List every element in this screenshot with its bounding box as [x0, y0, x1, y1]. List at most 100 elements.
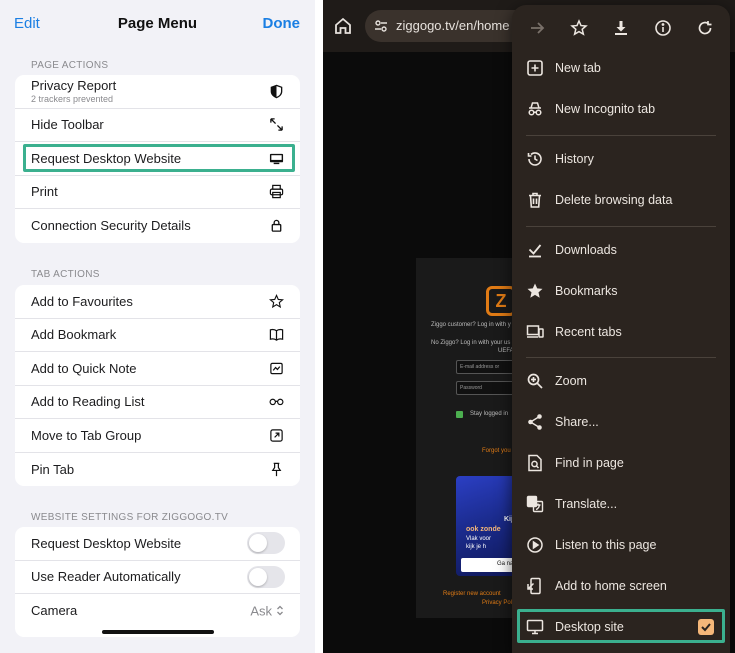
home-indicator — [102, 630, 214, 634]
site-settings-icon[interactable] — [373, 18, 389, 34]
site-footer-2[interactable]: Privacy Pol — [482, 600, 512, 606]
page-actions-group: Privacy Report 2 trackers prevented Hide… — [15, 75, 300, 243]
privacy-report-sub: 2 trackers prevented — [31, 94, 114, 105]
menu-item-find-in-page[interactable]: Find in page — [512, 444, 730, 482]
menu-label-share: Share... — [555, 415, 599, 429]
info-icon[interactable] — [653, 18, 673, 38]
add-to-favourites-label: Add to Favourites — [31, 293, 133, 309]
pin-tab-row[interactable]: Pin Tab — [15, 453, 300, 487]
star-icon — [268, 293, 284, 309]
bookmark-star-icon[interactable] — [569, 18, 589, 38]
devices-icon — [526, 323, 544, 341]
star-filled-icon — [526, 282, 544, 300]
reader-toggle[interactable] — [247, 565, 285, 588]
chevron-updown-icon — [277, 605, 283, 616]
refresh-icon[interactable] — [695, 18, 715, 38]
menu-item-translate[interactable]: Translate... — [512, 485, 730, 523]
tab-group-icon — [268, 427, 284, 443]
desktop-icon — [268, 150, 284, 166]
translate-icon — [526, 495, 544, 513]
site-forgot[interactable]: Forgot you — [482, 448, 511, 454]
menu-label-listen: Listen to this page — [555, 538, 657, 552]
move-to-tab-group-label: Move to Tab Group — [31, 427, 142, 443]
menu-label-history: History — [555, 152, 594, 166]
menu-label-recent-tabs: Recent tabs — [555, 325, 622, 339]
url-text: ziggogo.tv/en/home — [396, 18, 510, 33]
setting-request-desktop-label: Request Desktop Website — [31, 535, 182, 551]
setting-camera-label: Camera — [31, 603, 78, 619]
menu-label-zoom: Zoom — [555, 374, 587, 388]
menu-item-recent-tabs[interactable]: Recent tabs — [512, 313, 730, 351]
glasses-icon — [268, 394, 284, 410]
panel-divider — [315, 0, 323, 653]
request-desktop-label: Request Desktop Website — [31, 150, 182, 166]
desktop-site-checkbox[interactable] — [698, 619, 714, 635]
add-to-favourites-row[interactable]: Add to Favourites — [15, 285, 300, 319]
download-icon[interactable] — [611, 18, 631, 38]
site-line-1: Ziggo customer? Log in with y — [431, 322, 511, 328]
menu-item-share[interactable]: Share... — [512, 403, 730, 441]
add-to-reading-list-row[interactable]: Add to Reading List — [15, 386, 300, 419]
add-bookmark-label: Add Bookmark — [31, 327, 117, 343]
menu-item-desktop-site[interactable]: Desktop site — [512, 608, 730, 646]
done-button[interactable]: Done — [263, 15, 301, 32]
pin-tab-label: Pin Tab — [31, 461, 75, 477]
quick-note-icon — [268, 360, 284, 376]
banner-line-2: ook zonde — [466, 526, 501, 533]
setting-request-desktop-row: Request Desktop Website — [15, 527, 300, 561]
history-icon — [526, 150, 544, 168]
menu-item-add-to-home[interactable]: Add to home screen — [512, 567, 730, 605]
print-row[interactable]: Print — [15, 176, 300, 209]
menu-item-zoom[interactable]: Zoom — [512, 362, 730, 400]
camera-value: Ask — [250, 603, 284, 618]
menu-label-desktop-site: Desktop site — [555, 620, 624, 634]
menu-item-new-incognito-tab[interactable]: New Incognito tab — [512, 90, 730, 128]
setting-reader-label: Use Reader Automatically — [31, 569, 181, 585]
print-label: Print — [31, 184, 58, 200]
hide-toolbar-row[interactable]: Hide Toolbar — [15, 109, 300, 142]
connection-security-row[interactable]: Connection Security Details — [15, 209, 300, 243]
menu-separator — [526, 226, 716, 227]
incognito-icon — [526, 100, 544, 118]
play-circle-icon — [526, 536, 544, 554]
monitor-icon — [526, 618, 544, 636]
add-to-quick-note-row[interactable]: Add to Quick Note — [15, 352, 300, 386]
request-desktop-toggle[interactable] — [247, 532, 285, 555]
add-to-quick-note-label: Add to Quick Note — [31, 360, 137, 376]
tab-actions-group: Add to Favourites Add Bookmark Add to Qu… — [15, 285, 300, 486]
setting-camera-row[interactable]: Camera Ask — [15, 594, 300, 628]
banner-line-3: Vlak voor — [466, 536, 492, 542]
request-desktop-website-row[interactable]: Request Desktop Website — [15, 142, 300, 176]
camera-value-text: Ask — [250, 603, 272, 619]
home-icon[interactable] — [333, 16, 353, 36]
trash-icon — [526, 191, 544, 209]
menu-separator — [526, 357, 716, 358]
add-home-icon — [526, 577, 544, 595]
menu-item-delete-browsing-data[interactable]: Delete browsing data — [512, 181, 730, 219]
site-checkbox[interactable] — [456, 411, 463, 418]
nav-bar: Edit Page Menu Done — [0, 0, 315, 48]
menu-label-new-incognito: New Incognito tab — [555, 102, 656, 116]
site-footer-1[interactable]: Register new account — [443, 591, 501, 597]
connection-security-label: Connection Security Details — [31, 218, 191, 234]
forward-arrow-icon[interactable] — [527, 18, 547, 38]
menu-label-downloads: Downloads — [555, 243, 617, 257]
menu-item-history[interactable]: History — [512, 140, 730, 178]
site-stay-logged: Stay logged in — [470, 411, 509, 417]
menu-separator — [526, 135, 716, 136]
shield-half-icon — [268, 83, 284, 99]
section-header-website-settings: WEBSITE SETTINGS FOR ZIGGOGO.TV — [31, 512, 229, 523]
zoom-icon — [526, 372, 544, 390]
website-settings-group: Request Desktop Website Use Reader Autom… — [15, 527, 300, 637]
hide-toolbar-label: Hide Toolbar — [31, 117, 104, 133]
menu-label-new-tab: New tab — [555, 61, 601, 75]
menu-item-bookmarks[interactable]: Bookmarks — [512, 272, 730, 310]
menu-item-new-tab[interactable]: New tab — [512, 49, 730, 87]
menu-item-downloads[interactable]: Downloads — [512, 231, 730, 269]
add-bookmark-row[interactable]: Add Bookmark — [15, 319, 300, 352]
privacy-report-row[interactable]: Privacy Report 2 trackers prevented — [15, 75, 300, 109]
menu-label-delete-data: Delete browsing data — [555, 193, 673, 207]
move-to-tab-group-row[interactable]: Move to Tab Group — [15, 419, 300, 453]
menu-item-listen[interactable]: Listen to this page — [512, 526, 730, 564]
book-icon — [268, 327, 284, 343]
